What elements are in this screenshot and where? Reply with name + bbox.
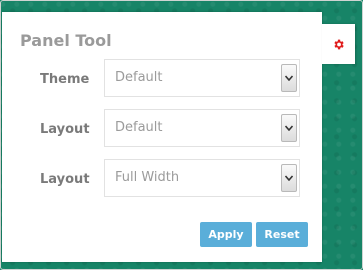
apply-button[interactable]: Apply — [200, 222, 252, 247]
chevron-down-icon[interactable] — [281, 114, 297, 142]
theme-label: Theme — [40, 72, 90, 87]
layout-select-value: Default — [115, 120, 163, 135]
panel-tool: Panel Tool Theme Default Layout Default … — [2, 12, 322, 262]
layout-width-select[interactable]: Full Width — [104, 159, 300, 197]
layout-width-select-value: Full Width — [115, 170, 180, 185]
chevron-down-icon[interactable] — [281, 164, 297, 192]
reset-button[interactable]: Reset — [256, 222, 308, 247]
layout-label: Layout — [40, 122, 90, 137]
layout-width-label: Layout — [40, 172, 90, 187]
theme-select-value: Default — [115, 70, 163, 85]
layout-select[interactable]: Default — [104, 109, 300, 147]
panel-toggle-tab[interactable] — [322, 24, 355, 64]
panel-title: Panel Tool — [20, 31, 112, 50]
gear-icon[interactable] — [332, 38, 345, 51]
chevron-down-icon[interactable] — [281, 64, 297, 92]
theme-select[interactable]: Default — [104, 59, 300, 97]
